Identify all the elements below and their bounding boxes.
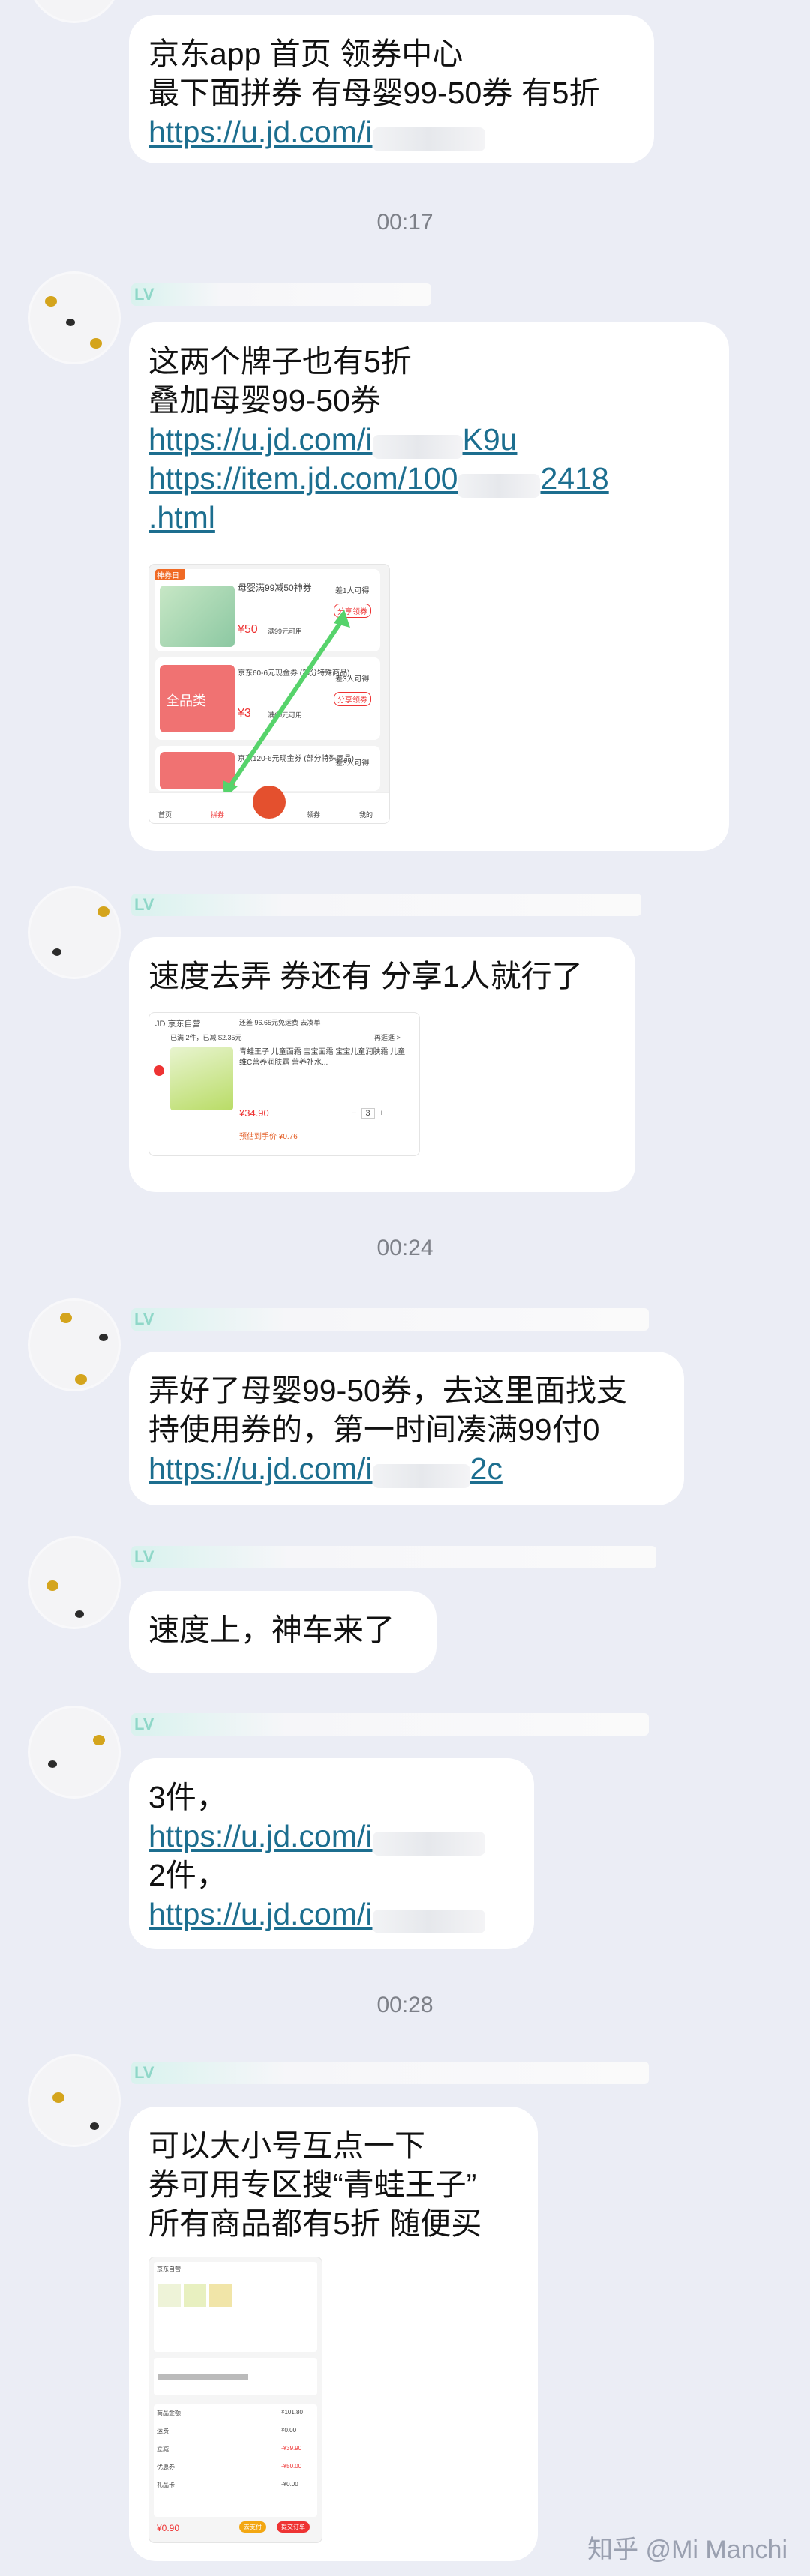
blur-redaction: [372, 1463, 470, 1488]
message-link-tail[interactable]: 2c: [470, 1451, 502, 1486]
sender-name: LV: [131, 2062, 649, 2084]
level-badge: LV: [134, 285, 154, 304]
tab-home[interactable]: 首页: [158, 810, 172, 819]
message-bubble: 3件， https://u.jd.com/i 2件， https://u.jd.…: [129, 1758, 534, 1949]
level-badge: LV: [134, 1310, 154, 1328]
summary-value: -¥0.00: [281, 2481, 298, 2488]
product-title[interactable]: 青蛙王子 儿童面霜 宝宝面霜 宝宝儿童润肤霜 儿童维C营养润肤霜 营养补水...: [239, 1047, 412, 1068]
order-screenshot[interactable]: 京东自营 商品金额 ¥101.80 运费 ¥0.00 立减 -¥39.90 优惠…: [148, 2257, 322, 2543]
tab-pinquan[interactable]: 拼券: [211, 810, 224, 819]
message-link[interactable]: https://item.jd.com/100: [148, 461, 458, 496]
level-badge: LV: [134, 895, 154, 914]
message-link-tail[interactable]: 2418: [540, 461, 608, 496]
message-link[interactable]: https://u.jd.com/i: [148, 1819, 373, 1853]
message-link[interactable]: https://u.jd.com/i: [148, 1897, 373, 1931]
message-text: 券可用专区搜“青蛙王子”: [148, 2167, 477, 2202]
order-items-card: 京东自营: [154, 2262, 317, 2352]
summary-label: 礼品卡: [157, 2482, 175, 2488]
checkbox-checked-icon[interactable]: [154, 1065, 164, 1076]
message-bubble: 可以大小号互点一下 券可用专区搜“青蛙王子” 所有商品都有5折 随便买 京东自营…: [129, 2107, 538, 2561]
message-text: 所有商品都有5折 随便买: [148, 2206, 482, 2241]
summary-label: 运费: [157, 2428, 169, 2434]
level-badge: LV: [134, 1547, 154, 1566]
message-text: 速度去弄 券还有 分享1人就行了: [148, 959, 583, 993]
blur-redaction: [458, 473, 541, 498]
avatar[interactable]: [30, 2056, 118, 2145]
message-text: 可以大小号互点一下: [148, 2128, 425, 2163]
message-text: 这两个牌子也有5折: [148, 344, 412, 379]
message-text: 叠加母婴99-50券: [148, 383, 381, 418]
cart-screenshot[interactable]: JD 京东自营 还差 96.65元免运费 去凑单 已满 2件，已减 $2.35元…: [148, 1012, 420, 1156]
estimated-price: 预估到手价 ¥0.76: [239, 1133, 298, 1141]
summary-value: ¥0.00: [281, 2427, 297, 2434]
avatar[interactable]: [30, 0, 118, 21]
order-delivery-card: [154, 2358, 317, 2395]
sender-name: LV: [131, 1308, 649, 1331]
order-total: ¥0.90: [157, 2523, 180, 2533]
message-bubble: 京东app 首页 领券中心 最下面拼券 有母婴99-50券 有5折 https:…: [129, 15, 654, 163]
blur-redaction: [372, 1831, 485, 1856]
order-store: 京东自营: [157, 2266, 181, 2272]
message-text: 弄好了母婴99-50券，去这里面找支: [148, 1373, 627, 1408]
avatar[interactable]: [30, 888, 118, 977]
sender-name: LV: [131, 1546, 656, 1568]
message-bubble: 弄好了母婴99-50券，去这里面找支 持使用券的，第一时间凑满99付0 http…: [129, 1352, 684, 1505]
pay-button[interactable]: 去支付: [239, 2521, 266, 2533]
sender-name: LV: [131, 1713, 649, 1736]
level-badge: LV: [134, 2063, 154, 2082]
blur-redaction: [372, 127, 485, 151]
message-bubble: 这两个牌子也有5折 叠加母婴99-50券 https://u.jd.com/i K…: [129, 322, 729, 851]
sender-name: LV: [131, 283, 431, 306]
tab-mine[interactable]: 我的: [359, 810, 373, 819]
watermark: 知乎 @Mi Manchi: [587, 2536, 788, 2564]
message-text: 持使用券的，第一时间凑满99付0: [148, 1412, 600, 1447]
message-text: 最下面拼券 有母婴99-50券 有5折: [148, 76, 600, 110]
quantity-stepper[interactable]: − 3 +: [352, 1108, 384, 1119]
summary-label: 立减: [157, 2446, 169, 2452]
message-link-tail[interactable]: K9u: [463, 422, 518, 457]
submit-order-button[interactable]: 提交订单: [277, 2521, 310, 2533]
arrow-annotation: [223, 610, 350, 798]
avatar[interactable]: [30, 1538, 118, 1627]
sender-name: LV: [131, 894, 641, 916]
quantity-value[interactable]: 3: [361, 1108, 375, 1119]
message-link[interactable]: .html: [148, 500, 215, 535]
summary-value: ¥101.80: [281, 2409, 303, 2416]
summary-value: -¥50.00: [281, 2463, 302, 2470]
blur-redaction: [372, 1909, 485, 1933]
message-text: 3件，: [148, 1780, 227, 1814]
product-price: ¥34.90: [239, 1107, 269, 1119]
cart-collect-link[interactable]: 再逛逛 >: [374, 1032, 400, 1042]
tab-bar: 首页 拼券 领券 我的: [149, 786, 389, 823]
summary-label: 商品金额: [157, 2410, 181, 2416]
avatar[interactable]: [30, 1708, 118, 1796]
avatar[interactable]: [30, 1301, 118, 1389]
timestamp: 00:24: [376, 1236, 434, 1260]
product-image[interactable]: [170, 1047, 233, 1110]
message-text: 京东app 首页 领券中心: [148, 37, 464, 71]
summary-label: 优惠券: [157, 2464, 175, 2470]
message-bubble: 速度去弄 券还有 分享1人就行了 JD 京东自营 还差 96.65元免运费 去凑…: [129, 937, 635, 1192]
summary-value: -¥39.90: [281, 2445, 302, 2452]
message-text: 速度上，神车来了: [148, 1613, 394, 1647]
blur-redaction: [372, 434, 463, 459]
message-link[interactable]: https://u.jd.com/i: [148, 1451, 373, 1486]
cart-promo: 还差 96.65元免运费 去凑单: [239, 1019, 321, 1026]
avatar[interactable]: [30, 274, 118, 362]
message-link[interactable]: https://u.jd.com/i: [148, 422, 373, 457]
coupon-screenshot[interactable]: 神券日 母婴满99减50神券 ¥50 满99元可用 差1人可得 分享领券 全品类…: [148, 564, 390, 824]
cart-store: JD 京东自营: [155, 1020, 201, 1029]
message-bubble: 速度上，神车来了: [129, 1591, 436, 1673]
tab-coupon[interactable]: 领券: [307, 810, 320, 819]
order-summary: 商品金额 ¥101.80 运费 ¥0.00 立减 -¥39.90 优惠券 -¥5…: [154, 2404, 317, 2517]
timestamp: 00:28: [376, 1993, 434, 2017]
timestamp: 00:17: [376, 210, 434, 235]
cart-discount: 已满 2件，已减 $2.35元: [170, 1034, 242, 1041]
message-link[interactable]: https://u.jd.com/i: [148, 115, 373, 149]
center-avatar-icon[interactable]: [253, 786, 286, 819]
level-badge: LV: [134, 1715, 154, 1733]
message-text: 2件，: [148, 1858, 227, 1892]
